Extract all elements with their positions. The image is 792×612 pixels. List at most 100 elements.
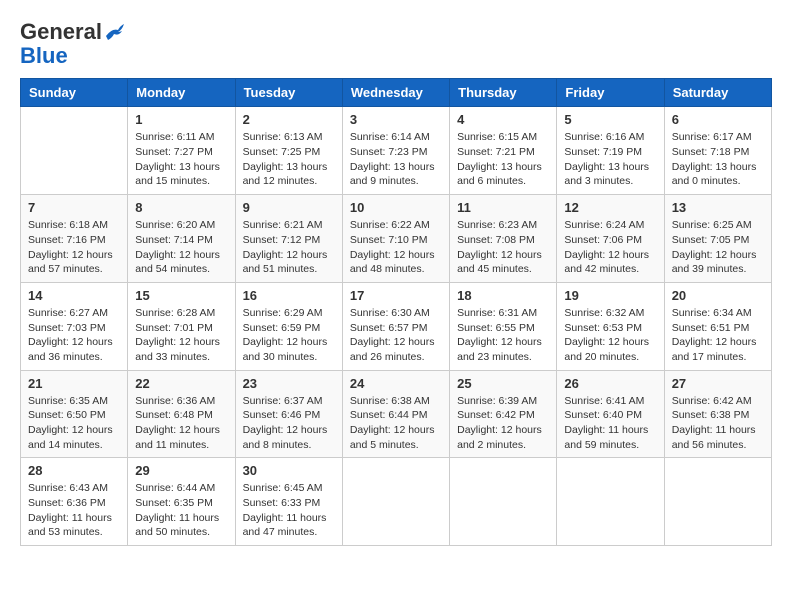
day-number: 13 (672, 200, 764, 215)
calendar-cell: 14 Sunrise: 6:27 AM Sunset: 7:03 PM Dayli… (21, 282, 128, 370)
day-info: Sunrise: 6:25 AM Sunset: 7:05 PM Dayligh… (672, 218, 764, 277)
calendar-cell: 2 Sunrise: 6:13 AM Sunset: 7:25 PM Daylig… (235, 107, 342, 195)
calendar-cell: 20Sunrise: 6:34 AM Sunset: 6:51 PM Dayli… (664, 282, 771, 370)
calendar-cell: 6 Sunrise: 6:17 AM Sunset: 7:18 PM Daylig… (664, 107, 771, 195)
calendar-cell: 22 Sunrise: 6:36 AM Sunset: 6:48 PM Dayli… (128, 370, 235, 458)
calendar-cell: 4 Sunrise: 6:15 AM Sunset: 7:21 PM Daylig… (450, 107, 557, 195)
column-header-saturday: Saturday (664, 79, 771, 107)
day-info: Sunrise: 6:32 AM Sunset: 6:53 PM Dayligh… (564, 306, 656, 365)
calendar-cell: 18 Sunrise: 6:31 AM Sunset: 6:55 PM Dayli… (450, 282, 557, 370)
calendar-cell (21, 107, 128, 195)
day-info: Sunrise: 6:42 AM Sunset: 6:38 PM Dayligh… (672, 394, 764, 453)
calendar-cell (342, 458, 449, 546)
day-info: Sunrise: 6:35 AM Sunset: 6:50 PM Dayligh… (28, 394, 120, 453)
day-number: 5 (564, 112, 656, 127)
day-number: 21 (28, 376, 120, 391)
day-info: Sunrise: 6:15 AM Sunset: 7:21 PM Dayligh… (457, 130, 549, 189)
day-info: Sunrise: 6:16 AM Sunset: 7:19 PM Dayligh… (564, 130, 656, 189)
calendar-cell: 8 Sunrise: 6:20 AM Sunset: 7:14 PM Daylig… (128, 195, 235, 283)
calendar-cell: 13 Sunrise: 6:25 AM Sunset: 7:05 PM Dayli… (664, 195, 771, 283)
day-number: 27 (672, 376, 764, 391)
day-info: Sunrise: 6:18 AM Sunset: 7:16 PM Dayligh… (28, 218, 120, 277)
calendar-cell (557, 458, 664, 546)
calendar-cell: 24Sunrise: 6:38 AM Sunset: 6:44 PM Dayli… (342, 370, 449, 458)
day-info: Sunrise: 6:27 AM Sunset: 7:03 PM Dayligh… (28, 306, 120, 365)
calendar-cell: 10 Sunrise: 6:22 AM Sunset: 7:10 PM Dayli… (342, 195, 449, 283)
calendar-cell: 9Sunrise: 6:21 AM Sunset: 7:12 PM Daylig… (235, 195, 342, 283)
day-number: 1 (135, 112, 227, 127)
day-number: 3 (350, 112, 442, 127)
calendar-cell: 12Sunrise: 6:24 AM Sunset: 7:06 PM Dayli… (557, 195, 664, 283)
day-number: 4 (457, 112, 549, 127)
calendar-cell: 3 Sunrise: 6:14 AM Sunset: 7:23 PM Daylig… (342, 107, 449, 195)
day-info: Sunrise: 6:29 AM Sunset: 6:59 PM Dayligh… (243, 306, 335, 365)
day-info: Sunrise: 6:30 AM Sunset: 6:57 PM Dayligh… (350, 306, 442, 365)
column-header-friday: Friday (557, 79, 664, 107)
calendar-cell: 5 Sunrise: 6:16 AM Sunset: 7:19 PM Daylig… (557, 107, 664, 195)
day-number: 9 (243, 200, 335, 215)
calendar-cell: 26 Sunrise: 6:41 AM Sunset: 6:40 PM Dayli… (557, 370, 664, 458)
column-header-wednesday: Wednesday (342, 79, 449, 107)
calendar-cell: 30Sunrise: 6:45 AM Sunset: 6:33 PM Dayli… (235, 458, 342, 546)
logo-blue-text: Blue (20, 44, 68, 68)
day-info: Sunrise: 6:36 AM Sunset: 6:48 PM Dayligh… (135, 394, 227, 453)
day-number: 19 (564, 288, 656, 303)
day-info: Sunrise: 6:23 AM Sunset: 7:08 PM Dayligh… (457, 218, 549, 277)
day-info: Sunrise: 6:24 AM Sunset: 7:06 PM Dayligh… (564, 218, 656, 277)
column-header-tuesday: Tuesday (235, 79, 342, 107)
day-number: 15 (135, 288, 227, 303)
calendar-cell: 15 Sunrise: 6:28 AM Sunset: 7:01 PM Dayli… (128, 282, 235, 370)
day-info: Sunrise: 6:34 AM Sunset: 6:51 PM Dayligh… (672, 306, 764, 365)
calendar-cell: 23 Sunrise: 6:37 AM Sunset: 6:46 PM Dayli… (235, 370, 342, 458)
day-number: 18 (457, 288, 549, 303)
calendar-cell: 11 Sunrise: 6:23 AM Sunset: 7:08 PM Dayli… (450, 195, 557, 283)
day-number: 6 (672, 112, 764, 127)
logo-bird-icon (104, 22, 126, 42)
day-number: 22 (135, 376, 227, 391)
day-info: Sunrise: 6:17 AM Sunset: 7:18 PM Dayligh… (672, 130, 764, 189)
calendar-cell: 29 Sunrise: 6:44 AM Sunset: 6:35 PM Dayli… (128, 458, 235, 546)
day-number: 2 (243, 112, 335, 127)
calendar-cell (450, 458, 557, 546)
calendar-cell: 25 Sunrise: 6:39 AM Sunset: 6:42 PM Dayli… (450, 370, 557, 458)
day-number: 26 (564, 376, 656, 391)
day-info: Sunrise: 6:31 AM Sunset: 6:55 PM Dayligh… (457, 306, 549, 365)
day-number: 11 (457, 200, 549, 215)
day-number: 16 (243, 288, 335, 303)
calendar-cell: 7 Sunrise: 6:18 AM Sunset: 7:16 PM Daylig… (21, 195, 128, 283)
calendar-cell: 27 Sunrise: 6:42 AM Sunset: 6:38 PM Dayli… (664, 370, 771, 458)
day-info: Sunrise: 6:28 AM Sunset: 7:01 PM Dayligh… (135, 306, 227, 365)
day-number: 7 (28, 200, 120, 215)
day-info: Sunrise: 6:20 AM Sunset: 7:14 PM Dayligh… (135, 218, 227, 277)
day-info: Sunrise: 6:45 AM Sunset: 6:33 PM Dayligh… (243, 481, 335, 540)
day-number: 8 (135, 200, 227, 215)
day-number: 10 (350, 200, 442, 215)
header: General Blue (20, 20, 772, 68)
calendar-cell: 1 Sunrise: 6:11 AM Sunset: 7:27 PM Daylig… (128, 107, 235, 195)
logo: General Blue (20, 20, 126, 68)
day-info: Sunrise: 6:13 AM Sunset: 7:25 PM Dayligh… (243, 130, 335, 189)
day-info: Sunrise: 6:41 AM Sunset: 6:40 PM Dayligh… (564, 394, 656, 453)
column-header-sunday: Sunday (21, 79, 128, 107)
day-number: 17 (350, 288, 442, 303)
calendar-cell: 16 Sunrise: 6:29 AM Sunset: 6:59 PM Dayli… (235, 282, 342, 370)
day-info: Sunrise: 6:22 AM Sunset: 7:10 PM Dayligh… (350, 218, 442, 277)
calendar-header: SundayMondayTuesdayWednesdayThursdayFrid… (21, 79, 772, 107)
day-info: Sunrise: 6:44 AM Sunset: 6:35 PM Dayligh… (135, 481, 227, 540)
day-number: 25 (457, 376, 549, 391)
day-info: Sunrise: 6:11 AM Sunset: 7:27 PM Dayligh… (135, 130, 227, 189)
calendar-cell (664, 458, 771, 546)
day-number: 29 (135, 463, 227, 478)
day-info: Sunrise: 6:39 AM Sunset: 6:42 PM Dayligh… (457, 394, 549, 453)
day-number: 23 (243, 376, 335, 391)
day-number: 14 (28, 288, 120, 303)
calendar: SundayMondayTuesdayWednesdayThursdayFrid… (20, 78, 772, 546)
calendar-cell: 17 Sunrise: 6:30 AM Sunset: 6:57 PM Dayli… (342, 282, 449, 370)
day-info: Sunrise: 6:38 AM Sunset: 6:44 PM Dayligh… (350, 394, 442, 453)
calendar-cell: 28Sunrise: 6:43 AM Sunset: 6:36 PM Dayli… (21, 458, 128, 546)
day-info: Sunrise: 6:14 AM Sunset: 7:23 PM Dayligh… (350, 130, 442, 189)
day-number: 28 (28, 463, 120, 478)
day-info: Sunrise: 6:37 AM Sunset: 6:46 PM Dayligh… (243, 394, 335, 453)
column-header-thursday: Thursday (450, 79, 557, 107)
logo-general-text: General (20, 20, 102, 44)
